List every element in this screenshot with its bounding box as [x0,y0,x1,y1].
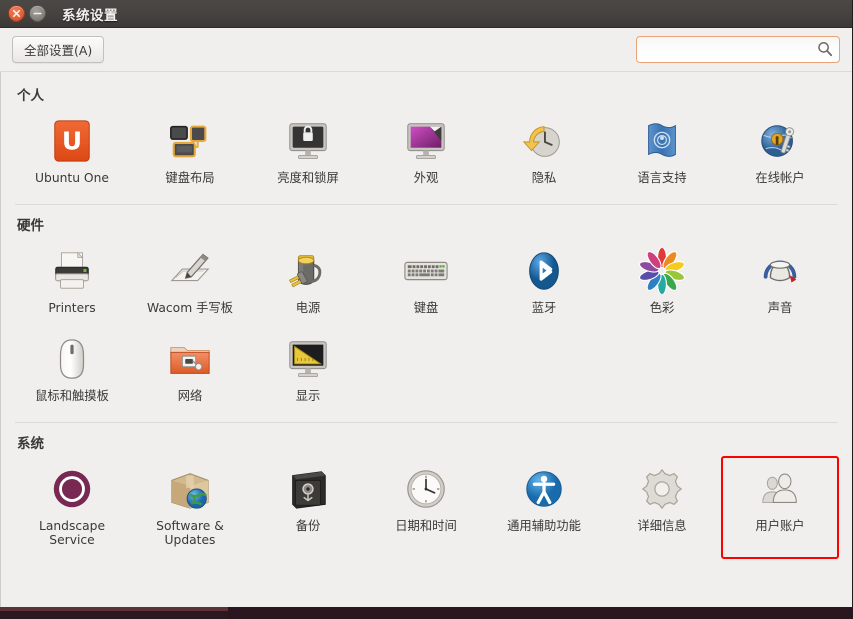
close-icon[interactable] [8,5,25,22]
mouse-touchpad-icon [48,335,96,383]
settings-tile-label: 通用辅助功能 [507,518,581,533]
keyboard-icon [402,247,450,295]
settings-tile-label: Ubuntu One [35,171,109,185]
settings-grid: Printers Wacom 手写板 电源 键盘 蓝牙 色彩 声音 鼠标和触摸板… [1,238,852,415]
settings-tile-sound[interactable]: 声音 [721,238,839,327]
settings-tile-label: Software & Updates [156,518,224,548]
desktop-bottom-strip [0,607,853,619]
printer-icon [48,247,96,295]
settings-tile-backup[interactable]: 备份 [249,456,367,559]
system-settings-window: 系统设置 全部设置(A) 个人 U Ubuntu One 键盘布局 亮度和锁屏 [0,0,853,607]
settings-tile-label: Wacom 手写板 [147,300,233,315]
settings-tile-label: Landscape Service [38,518,106,548]
search-container [636,36,840,63]
settings-tile-display[interactable]: 显示 [249,326,367,415]
settings-grid: Landscape Service Software & Updates 备份 … [1,455,852,559]
settings-tile-language-support[interactable]: 语言支持 [603,108,721,197]
settings-tile-label: 网络 [177,389,203,403]
settings-tile-keyboard-layout[interactable]: 键盘布局 [131,108,249,197]
settings-content: 个人 U Ubuntu One 键盘布局 亮度和锁屏 外观 隐私 语言支持 在线… [0,72,852,607]
settings-tile-landscape-service[interactable]: Landscape Service [13,456,131,559]
settings-tile-label: 在线帐户 [755,171,805,185]
bluetooth-icon [520,247,568,295]
ubuntu-one-icon: U [48,117,96,165]
details-icon [638,465,686,513]
keyboard-layout-icon [166,117,214,165]
settings-tile-user-accounts[interactable]: 用户账户 [721,455,839,559]
section-title: 系统 [17,435,44,452]
network-icon [166,335,214,383]
settings-section: 硬件 Printers Wacom 手写板 电源 键盘 蓝牙 色彩 声音 鼠标和… [1,203,852,415]
settings-tile-accessibility[interactable]: 通用辅助功能 [485,456,603,559]
appearance-icon [402,117,450,165]
user-accounts-icon [756,465,804,513]
landscape-service-icon [48,465,96,513]
settings-tile-date-time[interactable]: 日期和时间 [367,456,485,559]
power-icon [284,247,332,295]
desktop-background: 系统设置 全部设置(A) 个人 U Ubuntu One 键盘布局 亮度和锁屏 [0,0,853,619]
online-accounts-icon [756,117,804,165]
language-support-icon [638,117,686,165]
settings-tile-ubuntu-one[interactable]: U Ubuntu One [13,108,131,197]
software-updates-icon [166,465,214,513]
settings-tile-label: 隐私 [531,171,557,185]
settings-tile-label: 详细信息 [637,518,687,533]
settings-tile-color[interactable]: 色彩 [603,238,721,327]
display-icon [284,335,332,383]
settings-tile-bluetooth[interactable]: 蓝牙 [485,238,603,327]
settings-tile-label: 键盘 [413,300,439,315]
section-title: 个人 [17,88,44,104]
settings-tile-label: 键盘布局 [165,171,215,185]
all-settings-button[interactable]: 全部设置(A) [12,36,105,63]
settings-tile-appearance[interactable]: 外观 [367,108,485,197]
backup-icon [284,465,332,513]
section-title: 硬件 [17,217,44,234]
settings-tile-privacy[interactable]: 隐私 [485,108,603,197]
date-time-icon [402,465,450,513]
search-icon[interactable] [816,40,834,58]
settings-tile-network[interactable]: 网络 [131,326,249,415]
desktop-edge [228,607,853,619]
settings-tile-software-updates[interactable]: Software & Updates [131,456,249,559]
settings-tile-power[interactable]: 电源 [249,238,367,327]
wacom-tablet-icon [166,247,214,295]
settings-tile-label: 外观 [413,171,439,185]
settings-tile-label: 蓝牙 [531,300,557,315]
settings-tile-online-accounts[interactable]: 在线帐户 [721,108,839,197]
window-titlebar: 系统设置 [0,0,852,28]
settings-section: 个人 U Ubuntu One 键盘布局 亮度和锁屏 外观 隐私 语言支持 在线… [1,75,852,197]
svg-text:U: U [62,127,82,156]
settings-tile-mouse-touchpad[interactable]: 鼠标和触摸板 [13,326,131,415]
settings-tile-label: 显示 [295,389,321,403]
settings-tile-label: Printers [48,300,96,315]
settings-tile-label: 用户账户 [755,518,805,533]
settings-tile-keyboard[interactable]: 键盘 [367,238,485,327]
settings-tile-brightness-lock[interactable]: 亮度和锁屏 [249,108,367,197]
search-input[interactable] [636,36,840,63]
settings-tile-label: 电源 [295,300,321,315]
brightness-lock-icon [284,117,332,165]
settings-section: 系统 Landscape Service Software & Updates … [1,421,852,559]
settings-grid: U Ubuntu One 键盘布局 亮度和锁屏 外观 隐私 语言支持 在线帐户 [1,108,852,197]
sound-icon [756,247,804,295]
settings-tile-label: 备份 [295,518,321,533]
settings-tile-details[interactable]: 详细信息 [603,456,721,559]
privacy-icon [520,117,568,165]
settings-tile-wacom-tablet[interactable]: Wacom 手写板 [131,238,249,327]
toolbar: 全部设置(A) [0,28,852,72]
launcher-strip [0,607,228,611]
settings-tile-label: 鼠标和触摸板 [35,389,109,403]
window-title: 系统设置 [62,7,118,24]
accessibility-icon [520,465,568,513]
settings-tile-label: 语言支持 [637,171,687,185]
settings-tile-label: 亮度和锁屏 [277,171,339,185]
settings-tile-label: 声音 [767,300,793,315]
minimize-icon[interactable] [29,5,46,22]
settings-tile-label: 色彩 [649,300,675,315]
settings-tile-printer[interactable]: Printers [13,238,131,327]
color-icon [638,247,686,295]
settings-tile-label: 日期和时间 [395,518,457,533]
